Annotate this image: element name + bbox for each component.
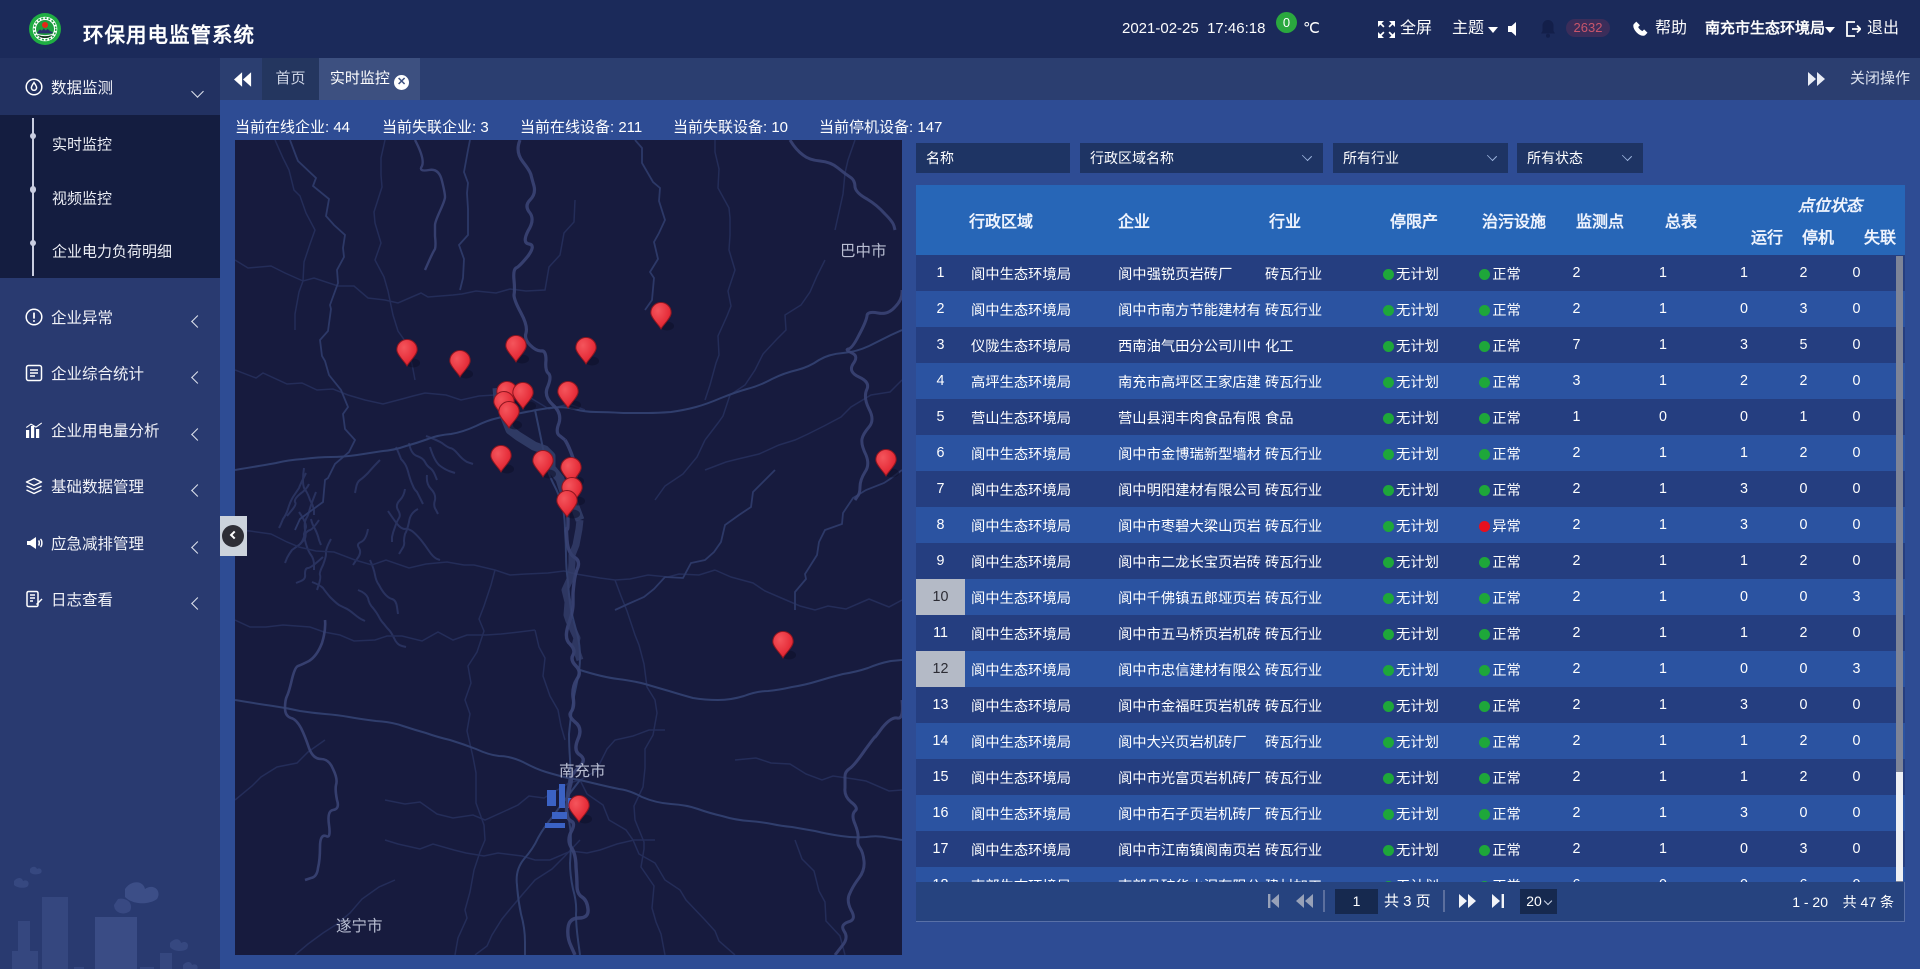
svg-text:南充市: 南充市: [559, 762, 606, 780]
svg-text:遂宁市: 遂宁市: [336, 917, 383, 935]
svg-text:巴中市: 巴中市: [840, 242, 887, 260]
